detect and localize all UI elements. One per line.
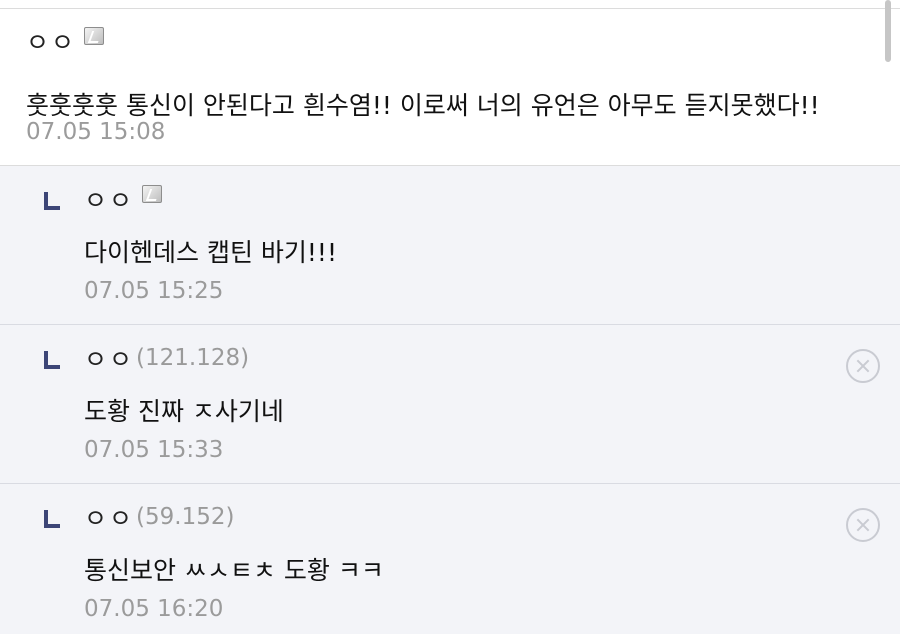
reply-item: ㅇㅇ (59.152) 통신보안 ㅆㅅㅌㅊ 도황 ㅋㅋ 07.05 16:20 bbox=[0, 484, 900, 634]
reply-item: ㅇㅇ 다이헨데스 캡틴 바기!!! 07.05 15:25 bbox=[0, 166, 900, 325]
comment-author[interactable]: ㅇㅇ bbox=[26, 23, 105, 59]
fixed-nick-icon bbox=[84, 27, 105, 45]
delete-icon[interactable] bbox=[846, 349, 880, 383]
author-nickname[interactable]: ㅇㅇ bbox=[26, 23, 76, 59]
reply-author[interactable]: ㅇㅇ bbox=[84, 181, 163, 217]
reply-author[interactable]: ㅇㅇ (59.152) bbox=[84, 499, 235, 535]
reply-text: 통신보안 ㅆㅅㅌㅊ 도황 ㅋㅋ bbox=[84, 556, 384, 585]
reply-arrow-icon bbox=[44, 192, 60, 210]
author-nickname[interactable]: ㅇㅇ bbox=[84, 181, 134, 217]
comment-timestamp: 07.05 15:08 bbox=[26, 119, 166, 145]
reply-timestamp: 07.05 15:33 bbox=[84, 437, 224, 463]
reply-timestamp: 07.05 15:25 bbox=[84, 278, 224, 304]
fixed-nick-icon bbox=[142, 185, 163, 203]
author-ip: (121.128) bbox=[136, 345, 250, 371]
author-nickname[interactable]: ㅇㅇ bbox=[84, 340, 134, 376]
reply-arrow-icon bbox=[44, 510, 60, 528]
delete-icon[interactable] bbox=[846, 508, 880, 542]
author-nickname[interactable]: ㅇㅇ bbox=[84, 499, 134, 535]
author-ip: (59.152) bbox=[136, 504, 235, 530]
reply-author[interactable]: ㅇㅇ (121.128) bbox=[84, 340, 250, 376]
reply-timestamp: 07.05 16:20 bbox=[84, 596, 224, 622]
reply-text: 도황 진짜 ㅈ사기네 bbox=[84, 397, 284, 426]
scrollbar[interactable] bbox=[885, 0, 891, 62]
comment-text: 훗훗훗훗 통신이 안된다고 흰수염!! 이로써 너의 유언은 아무도 듣지못했다… bbox=[26, 91, 820, 120]
reply-arrow-icon bbox=[44, 351, 60, 369]
comment-item: ㅇㅇ 훗훗훗훗 통신이 안된다고 흰수염!! 이로써 너의 유언은 아무도 듣지… bbox=[0, 9, 900, 166]
comment-thread: ㅇㅇ 훗훗훗훗 통신이 안된다고 흰수염!! 이로써 너의 유언은 아무도 듣지… bbox=[0, 0, 900, 634]
reply-item: ㅇㅇ (121.128) 도황 진짜 ㅈ사기네 07.05 15:33 bbox=[0, 325, 900, 484]
reply-text: 다이헨데스 캡틴 바기!!! bbox=[84, 238, 337, 267]
